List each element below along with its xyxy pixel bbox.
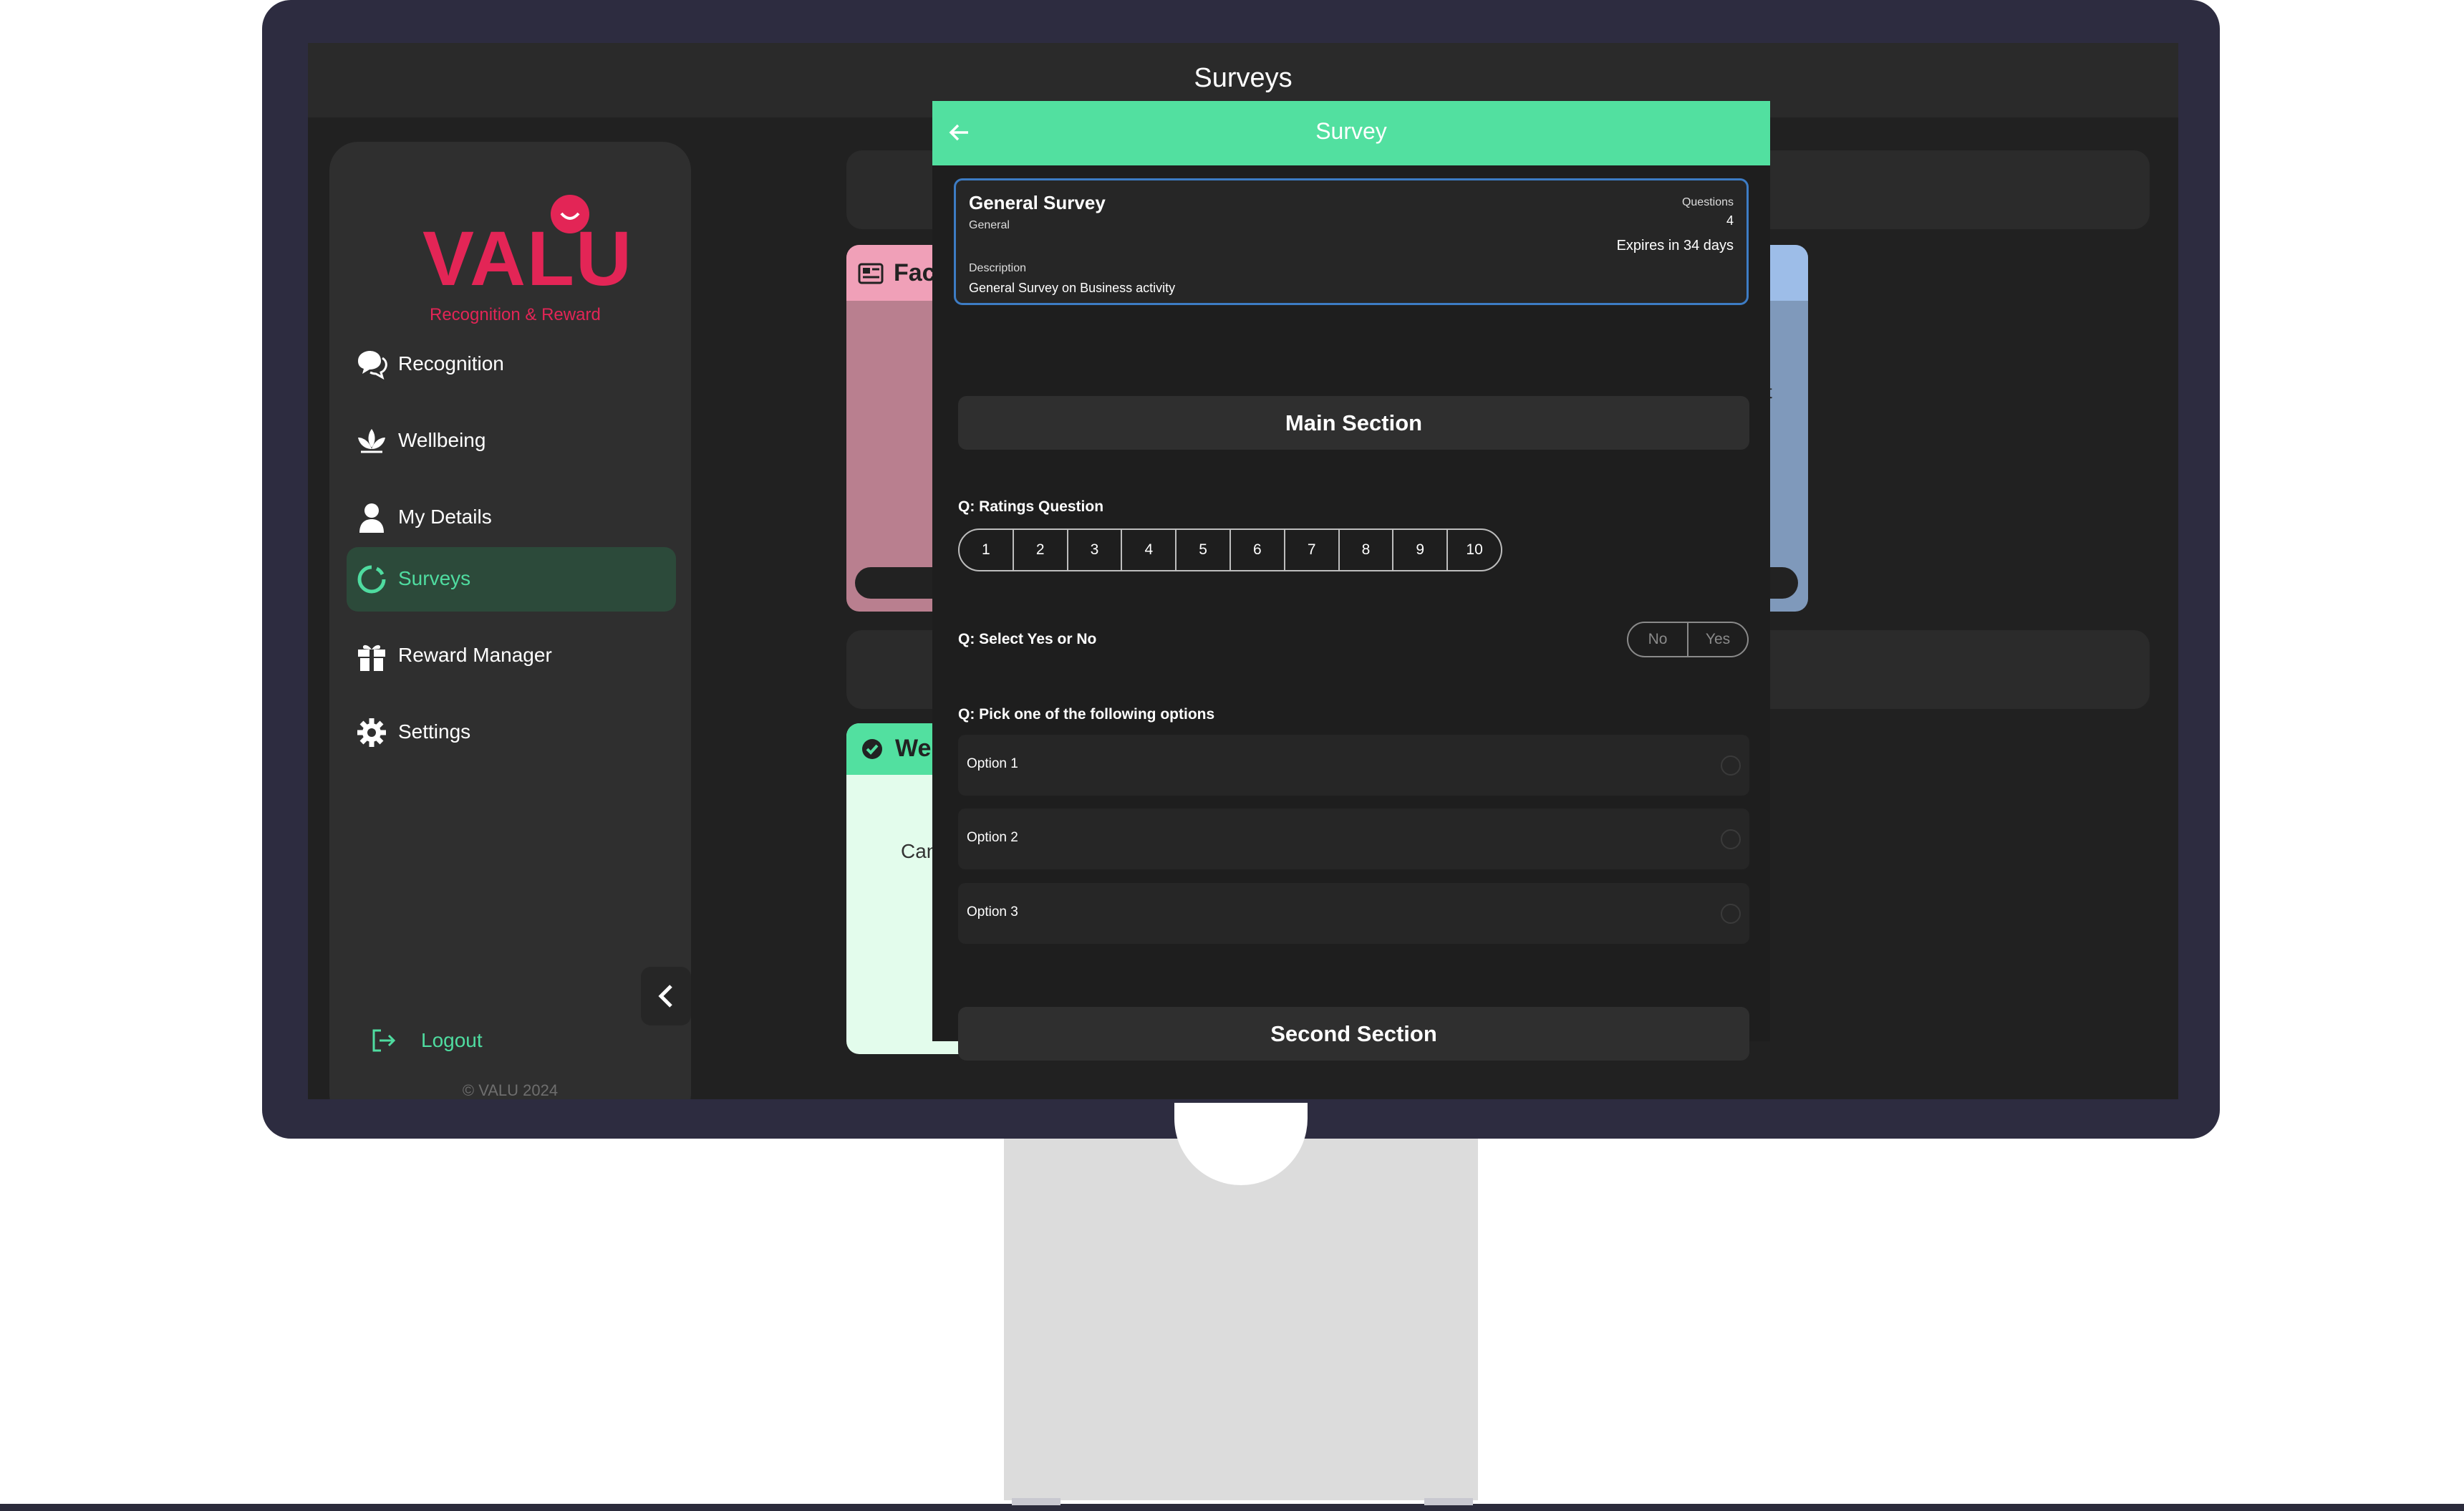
valu-logo: VALU Recognition & Reward — [422, 192, 632, 335]
section-header: Second Section — [958, 1007, 1749, 1061]
sidebar-item-my-details[interactable]: My Details — [347, 486, 676, 550]
no-option[interactable]: No — [1628, 623, 1688, 656]
description-text: General Survey on Business activity — [969, 281, 1176, 295]
radio-button[interactable] — [1721, 756, 1741, 776]
monitor-stand — [1004, 1135, 1478, 1500]
sidebar-item-label: Recognition — [398, 352, 504, 375]
rating-option[interactable]: 6 — [1231, 530, 1285, 570]
choice-label: Option 2 — [967, 830, 1018, 845]
user-icon — [359, 503, 384, 533]
question-prefix: Q: — [958, 498, 975, 515]
yes-no-toggle: No Yes — [1627, 622, 1749, 657]
app-screen: Surveys Fac nt We Can — [308, 43, 2178, 1099]
sidebar-item-label: Reward Manager — [398, 644, 552, 666]
question-prefix: Q: — [958, 631, 975, 647]
question-text: Select Yes or No — [979, 631, 1097, 647]
facts-card-title: Fac — [894, 259, 936, 286]
logout-button[interactable]: Logout — [369, 1019, 549, 1062]
radio-button[interactable] — [1721, 904, 1741, 924]
rating-option[interactable]: 5 — [1177, 530, 1231, 570]
choice-label: Option 3 — [967, 904, 1018, 919]
survey-info-card: General Survey General Questions 4 Expir… — [954, 178, 1749, 305]
rating-option[interactable]: 4 — [1122, 530, 1177, 570]
radio-button[interactable] — [1721, 829, 1741, 849]
modal-header: Survey — [932, 101, 1770, 165]
page-title: Surveys — [1194, 63, 1293, 93]
logout-label: Logout — [421, 1029, 483, 1051]
surveys-ring-icon — [357, 565, 386, 594]
wellbeing-card-title: We — [895, 735, 932, 762]
survey-name: General Survey — [969, 192, 1106, 213]
lotus-icon — [358, 429, 385, 453]
sidebar-item-label: My Details — [398, 506, 492, 528]
survey-modal: Survey General Survey General Questions … — [932, 101, 1770, 1061]
questions-label: Questions — [1681, 196, 1734, 208]
choice-label: Option 1 — [967, 756, 1018, 771]
rating-option[interactable]: 7 — [1285, 530, 1340, 570]
stand-foot — [1424, 1498, 1473, 1505]
question-label: Q: Ratings Question — [958, 498, 1103, 516]
choice-option-1[interactable]: Option 1 — [958, 735, 1749, 796]
sidebar-item-recognition[interactable]: Recognition — [347, 332, 676, 397]
logo-tagline: Recognition & Reward — [430, 305, 601, 324]
sidebar-item-label: Settings — [398, 720, 471, 743]
expiry-text: Expires in 34 days — [1616, 238, 1734, 254]
sidebar-item-label: Surveys — [398, 567, 471, 589]
sidebar-item-surveys[interactable]: Surveys — [347, 547, 676, 612]
survey-category: General — [969, 219, 1010, 231]
chevron-left-icon — [658, 985, 672, 1008]
sidebar-item-wellbeing[interactable]: Wellbeing — [347, 409, 676, 473]
question-label: Q: Pick one of the following options — [958, 706, 1214, 723]
newspaper-icon — [858, 263, 884, 284]
rating-option[interactable]: 9 — [1393, 530, 1449, 570]
check-circle-icon — [862, 739, 882, 759]
yes-option[interactable]: Yes — [1688, 623, 1747, 656]
question-text: Pick one of the following options — [979, 706, 1215, 723]
collapse-sidebar-button[interactable] — [641, 967, 691, 1025]
copyright-text: © VALU 2024 — [462, 1081, 559, 1099]
question-text: Ratings Question — [979, 498, 1104, 515]
logout-icon — [372, 1029, 396, 1052]
floor-line — [0, 1504, 2464, 1511]
rating-option[interactable]: 10 — [1448, 530, 1501, 570]
rating-option[interactable]: 2 — [1014, 530, 1068, 570]
sidebar-item-label: Wellbeing — [398, 429, 486, 451]
gift-icon — [358, 645, 385, 671]
questions-count: 4 — [1726, 213, 1734, 228]
sidebar-item-settings[interactable]: Settings — [347, 700, 676, 765]
description-label: Description — [969, 262, 1027, 274]
chat-bubbles-icon — [358, 351, 387, 380]
question-label: Q: Select Yes or No — [958, 631, 1096, 648]
logo-brand: VALU — [422, 215, 633, 301]
choice-option-3[interactable]: Option 3 — [958, 883, 1749, 944]
section-header: Main Section — [958, 396, 1749, 450]
rating-option[interactable]: 1 — [960, 530, 1014, 570]
choice-option-2[interactable]: Option 2 — [958, 808, 1749, 869]
rating-option[interactable]: 8 — [1340, 530, 1394, 570]
sidebar-item-reward-manager[interactable]: Reward Manager — [347, 624, 676, 688]
rating-scale: 1 2 3 4 5 6 7 8 9 10 — [958, 528, 1502, 571]
rating-option[interactable]: 3 — [1068, 530, 1123, 570]
stand-foot — [1012, 1498, 1061, 1505]
modal-title: Survey — [1315, 118, 1387, 144]
sidebar: VALU Recognition & Reward Recognition We… — [329, 142, 691, 1099]
gear-icon — [357, 718, 386, 747]
question-prefix: Q: — [958, 706, 975, 723]
